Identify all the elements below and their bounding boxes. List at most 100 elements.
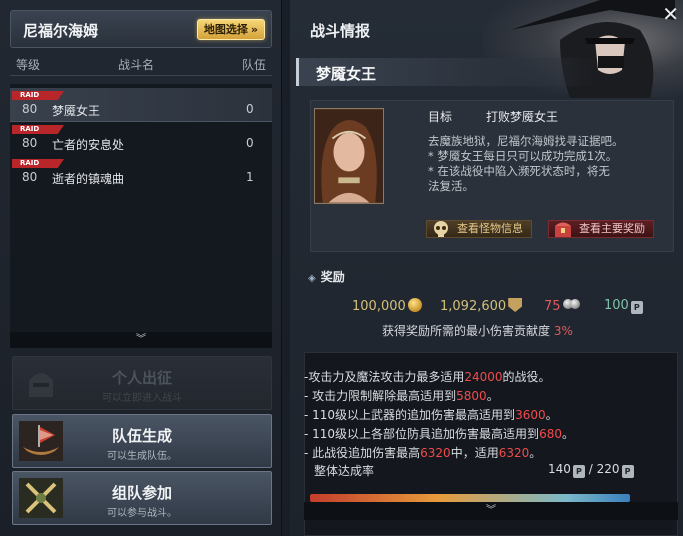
pt-icon: P bbox=[572, 465, 585, 478]
reward-gold-value: 100,000 bbox=[352, 299, 406, 314]
diamond-icon: ◈ bbox=[308, 273, 316, 284]
rule-line: - 此战役追加伤害最高6320中，适用6320。 bbox=[304, 444, 541, 461]
rule-text: - 110级以上武器的追加伤害最高适用到 bbox=[304, 408, 516, 422]
column-party: 队伍 bbox=[242, 58, 267, 72]
reward-pt: 100 P bbox=[604, 298, 643, 314]
map-select-button[interactable]: 地图选择» bbox=[196, 19, 265, 40]
rule-line: - 110级以上武器的追加伤害最高适用到3600。 bbox=[304, 406, 558, 423]
reward-pt-value: 100 bbox=[604, 298, 629, 313]
battle-name: 梦魇女王 bbox=[52, 104, 101, 118]
total-progress-label: 整体达成率 bbox=[314, 464, 375, 478]
battle-level: 80 bbox=[22, 102, 38, 116]
battle-row-nightmare-queen[interactable]: RAID 80 梦魇女王 0 bbox=[10, 88, 272, 122]
solo-entry-title: 个人出征 bbox=[111, 369, 172, 387]
reward-gold: 100,000 bbox=[352, 298, 422, 314]
boss-portrait bbox=[314, 108, 384, 204]
create-party-title: 队伍生成 bbox=[111, 427, 172, 445]
view-monster-info-label: 查看怪物信息 bbox=[457, 222, 523, 235]
battle-party-count: 0 bbox=[246, 136, 254, 150]
join-party-sub: 可以参与战斗。 bbox=[107, 508, 177, 519]
min-damage-value: 3% bbox=[553, 324, 573, 338]
battle-row-resting-place[interactable]: RAID 80 亡者的安息处 0 bbox=[10, 122, 272, 156]
battle-description: 去魔族地狱，尼福尔海姆找寻证据吧。 * 梦魇女王每日只可以成功完成1次。 * 在… bbox=[428, 134, 668, 194]
raid-badge: RAID bbox=[12, 159, 64, 168]
total-progress-bar bbox=[310, 494, 630, 502]
join-party-title: 组队参加 bbox=[111, 484, 172, 502]
raid-badge: RAID bbox=[12, 91, 64, 100]
battle-party-count: 1 bbox=[246, 170, 254, 184]
skull-icon bbox=[434, 221, 448, 237]
battle-info-panel: ✕ 战斗情报 梦魇女王 目标 打败梦魇女王 去魔族地狱，尼福尔海姆找寻证据吧。 … bbox=[290, 0, 683, 536]
double-chevron-right-icon: » bbox=[250, 23, 258, 36]
reward-ap-value: 75 bbox=[544, 299, 561, 314]
create-party-button[interactable]: 队伍生成 可以生成队伍。 bbox=[12, 414, 272, 468]
view-main-reward-label: 查看主要奖励 bbox=[579, 222, 645, 235]
battle-list-panel: 尼福尔海姆 地图选择» 等级 战斗名 队伍 RAID 80 梦魇女王 0 RAI… bbox=[0, 0, 282, 536]
list-scroll-down[interactable]: ︾ bbox=[10, 332, 272, 348]
battle-list: RAID 80 梦魇女王 0 RAID 80 亡者的安息处 0 RAID 80 … bbox=[10, 84, 272, 332]
min-damage-requirement: 获得奖励所需的最小伤害贡献度 3% bbox=[382, 322, 573, 339]
map-select-label: 地图选择 bbox=[203, 23, 248, 36]
goal-value: 打败梦魇女王 bbox=[486, 110, 559, 124]
rule-value: 3600 bbox=[515, 408, 546, 422]
reward-title: 奖励 bbox=[320, 270, 345, 284]
reward-exp-value: 1,092,600 bbox=[440, 299, 507, 314]
battle-party-count: 0 bbox=[246, 102, 254, 116]
total-progress-value: 140 P / 220 P bbox=[548, 462, 634, 478]
rule-text: 。 bbox=[529, 446, 542, 460]
rules-scroll-down[interactable]: ︾ bbox=[304, 502, 678, 520]
rule-value: 6320 bbox=[498, 446, 530, 460]
reward-exp: 1,092,600 bbox=[440, 298, 523, 314]
ap-orbs-icon bbox=[562, 298, 581, 312]
goal-label: 目标 bbox=[428, 110, 453, 124]
rule-text: - 攻击力限制解除最高适用到 bbox=[304, 389, 457, 403]
total-progress-max: 220 bbox=[596, 462, 620, 476]
pt-icon: P bbox=[621, 465, 634, 478]
description-line: 法复活。 bbox=[428, 179, 474, 193]
column-level: 等级 bbox=[16, 58, 41, 72]
description-line: * 在该战役中陷入濒死状态时，将无 bbox=[428, 164, 610, 178]
battle-name: 逝者的镇魂曲 bbox=[52, 172, 125, 186]
rule-text: 。 bbox=[561, 427, 574, 441]
view-main-reward-button[interactable]: 查看主要奖励 bbox=[548, 220, 654, 238]
battle-level: 80 bbox=[22, 136, 38, 150]
pt-icon: P bbox=[630, 301, 643, 314]
rule-text: -攻击力及魔法攻击力最多适用 bbox=[304, 370, 465, 384]
gold-pouch-icon bbox=[407, 298, 422, 312]
rule-text: 的战役。 bbox=[502, 370, 551, 384]
region-title: 尼福尔海姆 bbox=[23, 22, 99, 40]
battle-name: 亡者的安息处 bbox=[52, 138, 125, 152]
rule-text: - 此战役追加伤害最高 bbox=[304, 446, 421, 460]
exp-shield-icon bbox=[508, 298, 523, 312]
join-party-button[interactable]: 组队参加 可以参与战斗。 bbox=[12, 471, 272, 525]
rule-value: 6320 bbox=[420, 446, 451, 460]
raid-badge: RAID bbox=[12, 125, 64, 134]
panel-title: 战斗情报 bbox=[310, 22, 371, 40]
rule-line: -攻击力及魔法攻击力最多适用24000的战役。 bbox=[304, 368, 551, 385]
battle-row-requiem[interactable]: RAID 80 逝者的镇魂曲 1 bbox=[10, 156, 272, 190]
reward-ap: 75 bbox=[544, 298, 581, 314]
rule-text: 中，适用 bbox=[450, 446, 499, 460]
view-monster-info-button[interactable]: 查看怪物信息 bbox=[426, 220, 532, 238]
total-progress-sep: / bbox=[588, 462, 593, 476]
region-header: 尼福尔海姆 地图选择» bbox=[10, 10, 272, 48]
min-damage-text: 获得奖励所需的最小伤害贡献度 bbox=[382, 324, 551, 338]
description-line: * 梦魇女王每日只可以成功完成1次。 bbox=[428, 149, 618, 163]
list-column-header: 等级 战斗名 队伍 bbox=[10, 52, 272, 76]
rule-text: 。 bbox=[545, 408, 558, 422]
total-progress-current: 140 bbox=[548, 462, 571, 476]
solo-entry-sub: 可以立即进入战斗 bbox=[102, 393, 182, 404]
rule-text: 。 bbox=[486, 389, 499, 403]
reward-header: ◈ 奖励 bbox=[308, 268, 345, 285]
rule-line: - 攻击力限制解除最高适用到5800。 bbox=[304, 387, 499, 404]
rule-value: 5800 bbox=[456, 389, 487, 403]
boss-name: 梦魇女王 bbox=[316, 65, 377, 83]
rule-value: 680 bbox=[539, 427, 562, 441]
rule-value: 24000 bbox=[464, 370, 503, 384]
solo-entry-button: 个人出征 可以立即进入战斗 bbox=[12, 356, 272, 410]
rule-line: - 110级以上各部位防具追加伤害最高适用到680。 bbox=[304, 425, 574, 442]
rule-text: - 110级以上各部位防具追加伤害最高适用到 bbox=[304, 427, 540, 441]
column-name: 战斗名 bbox=[118, 58, 155, 72]
create-party-sub: 可以生成队伍。 bbox=[107, 451, 177, 462]
close-icon[interactable]: ✕ bbox=[662, 2, 679, 26]
